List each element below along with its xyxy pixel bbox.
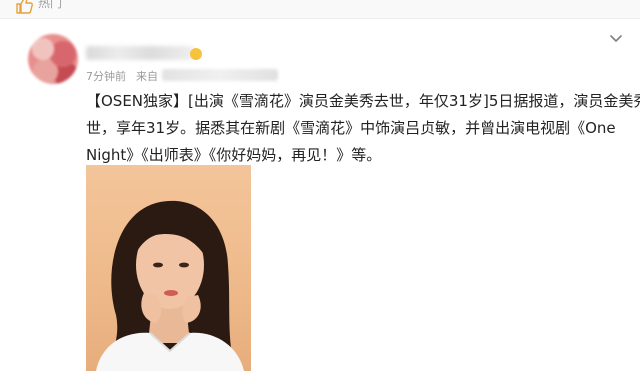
avatar[interactable] [28,34,78,84]
post-text-line: 【OSEN独家】[出演《雪滴花》演员金美秀去世，年仅31岁]5日据报道，演员金美… [86,92,640,110]
post-text: 【OSEN独家】[出演《雪滴花》演员金美秀去世，年仅31岁]5日据报道，演员金美… [86,88,640,169]
thumbs-up-outline-icon [16,0,33,14]
verified-badge-icon [190,48,202,60]
source-blurred[interactable] [162,69,278,81]
source-label: 来自 [136,70,158,83]
chevron-down-icon[interactable] [608,30,624,46]
post-time[interactable]: 7分钟前 [86,68,126,84]
top-bar: 热门 [0,0,640,19]
post-text-line: 世，享年31岁。据悉其在新剧《雪滴花》中饰演吕贞敏，并曾出演电视剧《One [86,119,616,137]
hot-label[interactable]: 热门 [38,0,62,11]
username-blurred[interactable] [86,46,194,60]
portrait-illustration [96,200,244,371]
post-photo[interactable] [86,165,251,371]
